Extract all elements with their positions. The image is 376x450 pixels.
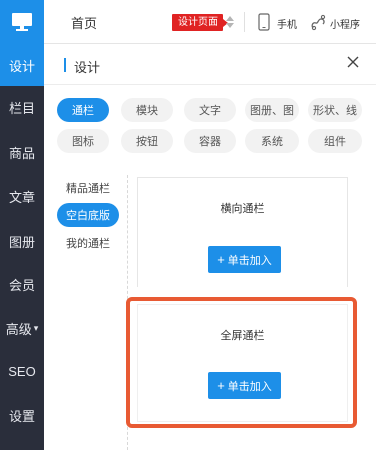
- category-tab-label: 形状、线: [313, 105, 357, 117]
- template-card-horizontal: 横向通栏 + 单击加入: [137, 177, 348, 287]
- sidebar-item-advanced[interactable]: 高级 ▾: [0, 307, 44, 349]
- category-tab-components[interactable]: 组件: [308, 129, 362, 153]
- category-tab-label: 系统: [261, 136, 283, 148]
- sidebar-item-label: 商品: [8, 145, 35, 161]
- highlight-frame: [126, 297, 357, 428]
- sidebar-item-seo[interactable]: SEO: [0, 350, 44, 392]
- category-tab-system[interactable]: 系统: [245, 129, 299, 153]
- mini-program-icon[interactable]: [310, 13, 328, 31]
- sub-item-featured-banner[interactable]: 精品通栏: [57, 176, 119, 200]
- monitor-icon: [12, 13, 32, 31]
- phone-icon[interactable]: [258, 13, 270, 31]
- sidebar-item-label: 图册: [8, 234, 35, 250]
- home-link[interactable]: 首页: [71, 13, 97, 32]
- category-tab-banner[interactable]: 通栏: [57, 98, 109, 122]
- sub-item-label: 精品通栏: [66, 183, 110, 195]
- category-tab-label: 组件: [324, 136, 346, 148]
- category-tab-label: 通栏: [72, 105, 94, 117]
- category-tab-containers[interactable]: 容器: [184, 129, 236, 153]
- logo[interactable]: [0, 0, 44, 44]
- panel-header: 设计: [44, 44, 376, 85]
- category-tab-shapes[interactable]: 形状、线: [308, 98, 362, 122]
- sub-item-label: 我的通栏: [66, 238, 110, 250]
- sub-item-blank-base[interactable]: 空白底版: [57, 203, 119, 227]
- category-tab-gallery[interactable]: 图册、图: [245, 98, 299, 122]
- sidebar-item-label: 设计: [8, 58, 35, 74]
- category-tab-label: 按钮: [136, 136, 158, 148]
- category-tab-module[interactable]: 模块: [121, 98, 173, 122]
- sidebar-item-label: 会员: [8, 277, 35, 293]
- phone-label[interactable]: 手机: [277, 16, 297, 31]
- sidebar-item-label: 文章: [8, 189, 35, 205]
- plus-icon: +: [217, 252, 225, 267]
- sidebar-item-articles[interactable]: 文章: [0, 175, 44, 217]
- sidebar-item-label: SEO: [8, 363, 36, 379]
- category-tab-label: 图标: [72, 136, 94, 148]
- add-horizontal-banner-button[interactable]: + 单击加入: [208, 246, 281, 273]
- sort-icon[interactable]: [225, 14, 235, 30]
- sidebar-item-albums[interactable]: 图册: [0, 220, 44, 262]
- sidebar-item-label: 高级: [5, 321, 32, 337]
- divider: [244, 12, 245, 32]
- title-accent-bar: [64, 58, 66, 72]
- sub-item-label: 空白底版: [66, 210, 110, 222]
- sidebar-item-design[interactable]: 设计: [0, 44, 44, 86]
- sidebar-item-columns[interactable]: 栏目: [0, 86, 44, 128]
- left-sidebar: 设计 栏目 商品 文章 图册 会员 高级 ▾ SEO 设置: [0, 0, 44, 450]
- category-tab-label: 容器: [199, 136, 221, 148]
- category-tab-buttons[interactable]: 按钮: [121, 129, 173, 153]
- close-icon[interactable]: [347, 56, 359, 68]
- top-bar: 首页 设计页面 手机 小程序: [44, 0, 376, 44]
- category-tab-text[interactable]: 文字: [184, 98, 236, 122]
- category-tab-icons[interactable]: 图标: [57, 129, 109, 153]
- category-tab-label: 图册、图: [250, 105, 294, 117]
- page-selector-tag[interactable]: 设计页面: [172, 14, 228, 31]
- category-tab-label: 文字: [199, 105, 221, 117]
- sub-item-my-banner[interactable]: 我的通栏: [57, 231, 119, 255]
- sidebar-item-label: 栏目: [8, 100, 35, 116]
- chevron-down-icon: ▾: [33, 322, 39, 333]
- sidebar-item-label: 设置: [8, 408, 35, 424]
- sidebar-item-members[interactable]: 会员: [0, 263, 44, 305]
- sidebar-item-settings[interactable]: 设置: [0, 394, 44, 436]
- sidebar-item-products[interactable]: 商品: [0, 131, 44, 173]
- panel-title: 设计: [74, 60, 101, 75]
- page-selector-label: 设计页面: [178, 17, 218, 28]
- add-button-label: 单击加入: [227, 254, 272, 267]
- mini-program-label[interactable]: 小程序: [330, 16, 360, 31]
- category-tab-label: 模块: [136, 105, 158, 117]
- card-title: 横向通栏: [220, 203, 265, 215]
